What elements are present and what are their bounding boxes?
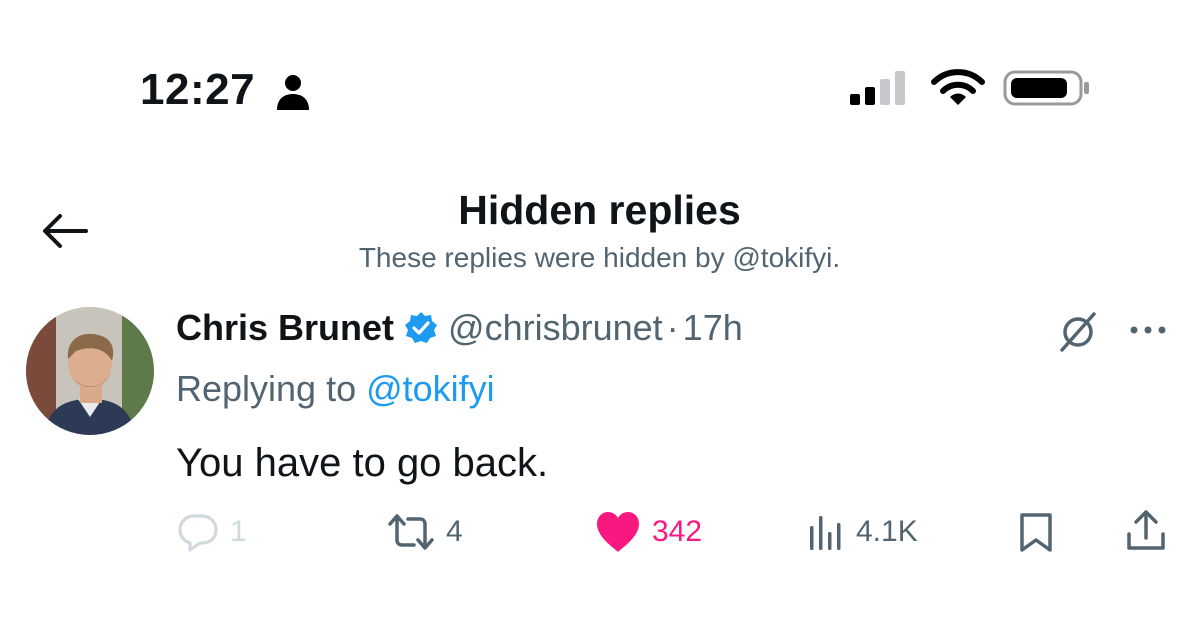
heart-icon <box>597 512 639 552</box>
retweet-button[interactable]: 4 <box>386 507 463 557</box>
replying-to-label: Replying to <box>176 368 367 409</box>
wifi-icon <box>931 69 985 105</box>
replying-to-handle[interactable]: @tokifyi <box>366 368 495 409</box>
cellular-signal-icon <box>850 71 905 105</box>
reply-count: 1 <box>230 515 247 548</box>
verified-badge-icon <box>405 312 438 343</box>
status-time: 12:27 <box>140 65 256 114</box>
views-count: 4.1K <box>856 515 918 548</box>
like-count: 342 <box>652 515 703 548</box>
tweet-timestamp[interactable]: 17h <box>683 307 743 349</box>
replying-to-row: Replying to @tokifyi <box>176 364 495 414</box>
reply-button[interactable]: 1 <box>176 507 247 557</box>
avatar-photo <box>26 307 154 435</box>
hidden-reply-icon[interactable] <box>1054 308 1102 356</box>
author-handle[interactable]: @chrisbrunet <box>448 307 663 349</box>
views-button[interactable]: 4.1K <box>806 507 918 557</box>
tweet-author-row: Chris Brunet @chrisbrunet · 17h <box>176 303 743 353</box>
battery-icon <box>1003 70 1089 106</box>
avatar[interactable] <box>26 307 154 435</box>
handle-time-separator: · <box>666 307 679 348</box>
tweet-text: You have to go back. <box>176 441 549 485</box>
page-subtitle: These replies were hidden by @tokifyi. <box>358 242 841 273</box>
like-button[interactable]: 342 <box>594 507 702 557</box>
author-name[interactable]: Chris Brunet <box>176 307 394 349</box>
views-bar-chart-icon <box>810 516 841 550</box>
more-options-icon[interactable] <box>1124 315 1172 345</box>
person-icon <box>277 75 309 110</box>
retweet-count: 4 <box>446 515 463 548</box>
share-icon[interactable] <box>1124 508 1168 554</box>
bookmark-icon[interactable] <box>1014 510 1058 554</box>
reply-icon <box>178 514 218 552</box>
page-title: Hidden replies <box>458 187 741 233</box>
retweet-icon <box>388 514 434 550</box>
